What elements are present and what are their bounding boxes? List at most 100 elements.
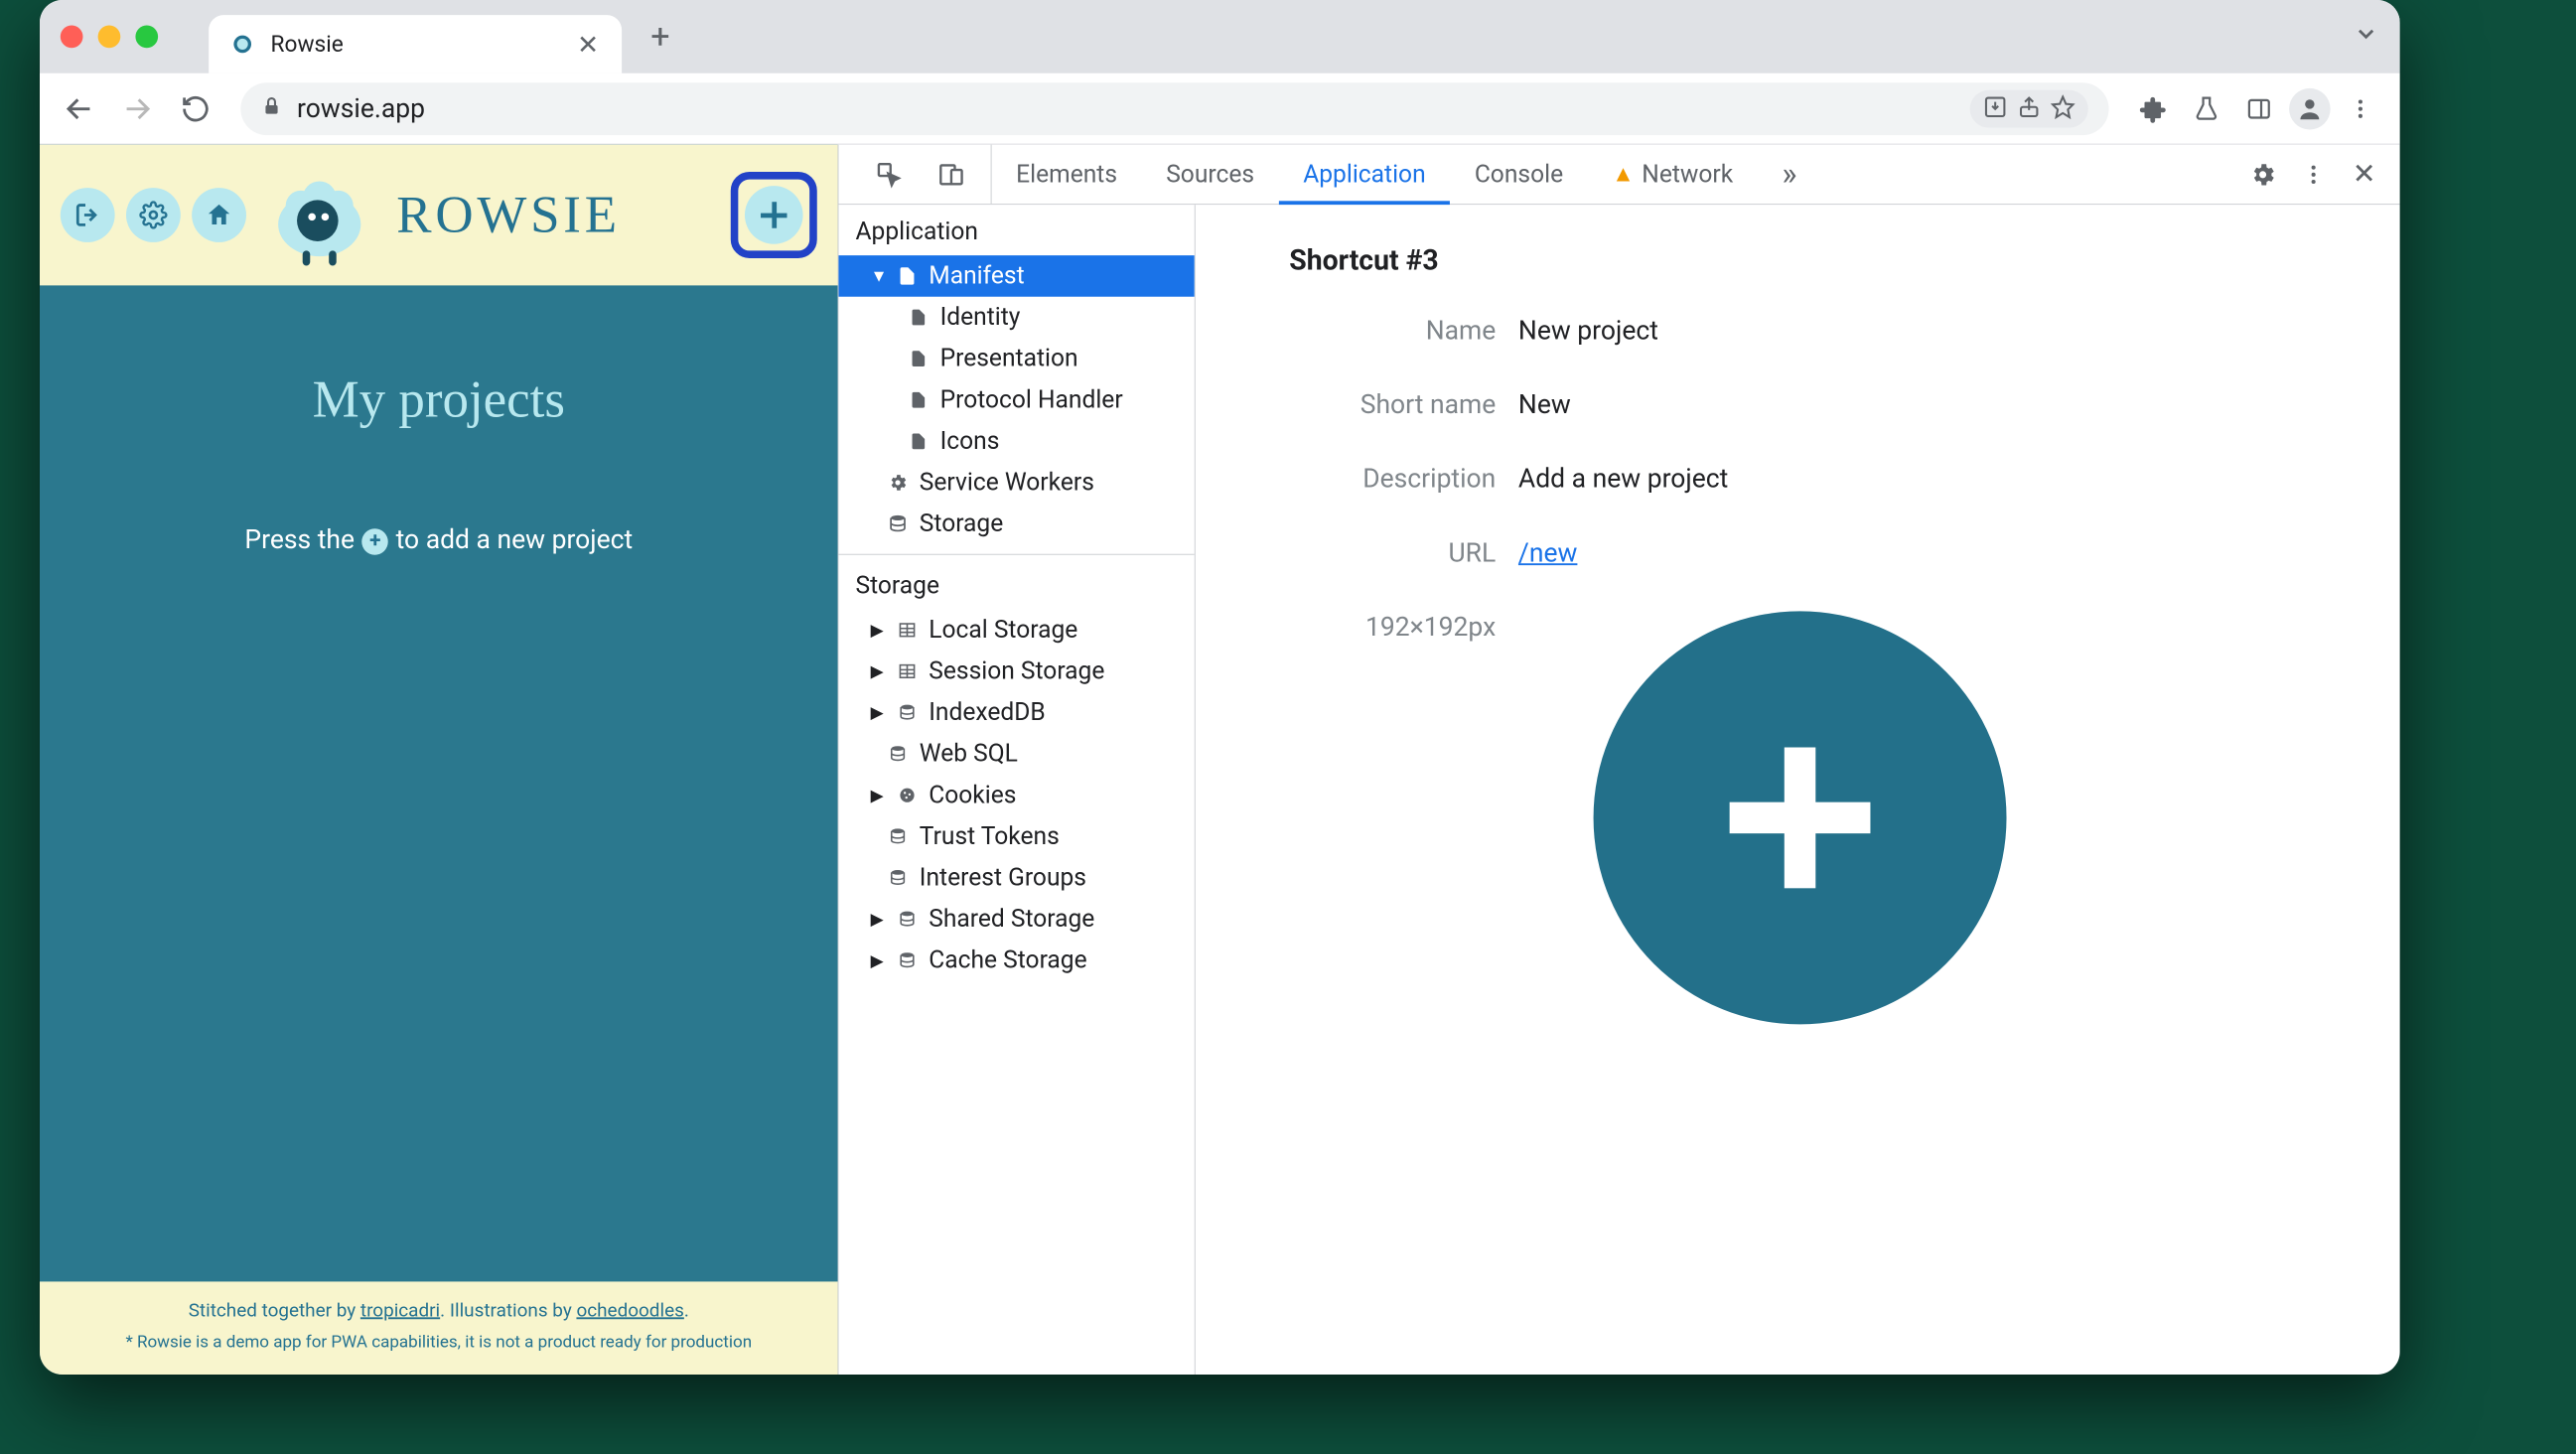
browser-toolbar: rowsie.app	[40, 73, 2400, 145]
tab-network[interactable]: ▲ Network	[1588, 145, 1758, 205]
kv-key-name: Name	[1251, 315, 1496, 346]
sidebar-group-storage: Storage	[838, 558, 1194, 609]
sidebar-item-protocol-handler[interactable]: Protocol Handler	[838, 379, 1194, 421]
caret-right-icon: ▶	[871, 661, 886, 681]
side-panel-icon[interactable]	[2236, 86, 2281, 131]
sidebar-item-cache-storage[interactable]: ▶ Cache Storage	[838, 940, 1194, 981]
sheep-logo-icon	[263, 159, 375, 271]
labs-icon[interactable]	[2184, 86, 2228, 131]
shortcut-url-link[interactable]: /new	[1518, 537, 1577, 568]
sidebar-item-manifest[interactable]: ▼ Manifest	[838, 255, 1194, 297]
address-bar[interactable]: rowsie.app	[240, 82, 2108, 135]
window-minimize-button[interactable]	[98, 26, 121, 49]
sidebar-item-presentation[interactable]: Presentation	[838, 338, 1194, 379]
table-icon	[895, 661, 920, 680]
chrome-menu-icon[interactable]	[2338, 86, 2382, 131]
database-icon	[895, 703, 920, 722]
sidebar-item-indexeddb[interactable]: ▶ IndexedDB	[838, 692, 1194, 734]
tab-elements[interactable]: Elements	[992, 145, 1142, 205]
device-toggle-icon[interactable]	[929, 152, 973, 197]
caret-right-icon: ▶	[871, 703, 886, 723]
tab-close-icon[interactable]: ✕	[575, 31, 601, 57]
sidebar-item-icons[interactable]: Icons	[838, 421, 1194, 463]
hint-pre: Press the	[244, 524, 355, 555]
caret-down-icon: ▼	[871, 266, 886, 286]
install-app-icon[interactable]	[1983, 94, 2008, 122]
kv-val-shortname: New	[1518, 388, 1571, 419]
share-icon[interactable]	[2017, 94, 2042, 122]
bookmark-star-icon[interactable]	[2051, 94, 2075, 122]
kv-key-url: URL	[1251, 537, 1496, 568]
home-icon[interactable]	[192, 188, 246, 242]
tab-title: Rowsie	[271, 31, 560, 57]
settings-icon[interactable]	[126, 188, 181, 242]
sidebar-item-session-storage[interactable]: ▶ Session Storage	[838, 651, 1194, 692]
sidebar-item-interest-groups[interactable]: Interest Groups	[838, 857, 1194, 899]
lock-icon	[261, 95, 282, 121]
kv-val-description: Add a new project	[1518, 463, 1728, 494]
caret-right-icon: ▶	[871, 950, 886, 970]
tab-console[interactable]: Console	[1450, 145, 1587, 205]
plus-icon: +	[362, 528, 388, 554]
browser-tab-strip: Rowsie ✕ +	[40, 0, 2400, 73]
window-close-button[interactable]	[61, 26, 83, 49]
reload-button[interactable]	[173, 86, 217, 131]
login-icon[interactable]	[61, 188, 115, 242]
new-tab-button[interactable]: +	[637, 13, 683, 60]
document-icon	[907, 432, 931, 451]
browser-tab[interactable]: Rowsie ✕	[209, 15, 622, 73]
url-text: rowsie.app	[297, 93, 425, 124]
footer-text-2: . Illustrations by	[440, 1298, 576, 1321]
tab-overflow-icon[interactable]: »	[1758, 145, 1821, 205]
sidebar-item-storage[interactable]: Storage	[838, 504, 1194, 545]
sidebar-item-identity[interactable]: Identity	[838, 297, 1194, 339]
caret-right-icon: ▶	[871, 786, 886, 805]
document-icon	[895, 266, 920, 287]
manifest-detail-pane: Shortcut #3 Name New project Short name …	[1196, 205, 2400, 1375]
document-icon	[907, 308, 931, 327]
back-button[interactable]	[57, 86, 101, 131]
database-icon	[895, 910, 920, 929]
footer-link-ochedoodles[interactable]: ochedoodles	[576, 1298, 683, 1321]
empty-state-hint: Press the + to add a new project	[244, 524, 633, 555]
tab-application[interactable]: Application	[1279, 145, 1451, 205]
browser-window: Rowsie ✕ + rowsie.app	[40, 0, 2400, 1375]
sidebar-item-service-workers[interactable]: Service Workers	[838, 462, 1194, 504]
sidebar-item-local-storage[interactable]: ▶ Local Storage	[838, 610, 1194, 652]
kv-key-shortname: Short name	[1251, 388, 1496, 419]
app-footer: Stitched together by tropicadri. Illustr…	[40, 1281, 838, 1375]
profile-avatar-icon[interactable]	[2289, 87, 2331, 129]
extensions-icon[interactable]	[2131, 86, 2176, 131]
detail-heading: Shortcut #3	[1251, 244, 2343, 277]
sidebar-item-web-sql[interactable]: Web SQL	[838, 733, 1194, 775]
omnibox-actions-pill	[1970, 89, 2088, 127]
sidebar-item-shared-storage[interactable]: ▶ Shared Storage	[838, 899, 1194, 941]
kv-key-description: Description	[1251, 463, 1496, 494]
app-header: ROWSIE	[40, 145, 838, 286]
document-icon	[907, 350, 931, 368]
database-icon	[886, 745, 911, 764]
inspect-element-icon[interactable]	[867, 152, 912, 197]
database-icon	[886, 827, 911, 846]
tab-sources[interactable]: Sources	[1142, 145, 1279, 205]
forward-button[interactable]	[115, 86, 160, 131]
footer-link-tropicadri[interactable]: tropicadri	[360, 1298, 440, 1321]
devtools-tabbar: Elements Sources Application Console ▲ N…	[838, 145, 2399, 206]
tabs-dropdown-icon[interactable]	[2353, 19, 2378, 55]
sidebar-item-trust-tokens[interactable]: Trust Tokens	[838, 816, 1194, 858]
hint-post: to add a new project	[396, 524, 634, 555]
kv-val-name: New project	[1518, 315, 1658, 346]
warning-icon: ▲	[1612, 161, 1634, 188]
window-zoom-button[interactable]	[135, 26, 158, 49]
devtools-menu-icon[interactable]	[2291, 152, 2336, 197]
devtools-close-icon[interactable]: ✕	[2342, 152, 2386, 197]
window-controls	[61, 26, 158, 49]
devtools-settings-icon[interactable]	[2240, 152, 2285, 197]
sidebar-item-cookies[interactable]: ▶ Cookies	[838, 775, 1194, 816]
footer-disclaimer: * Rowsie is a demo app for PWA capabilit…	[59, 1332, 819, 1352]
database-icon	[895, 951, 920, 970]
application-sidebar: Application ▼ Manifest Identity	[838, 205, 1195, 1375]
document-icon	[907, 390, 931, 409]
add-project-button[interactable]	[745, 186, 803, 244]
database-icon	[886, 868, 911, 887]
